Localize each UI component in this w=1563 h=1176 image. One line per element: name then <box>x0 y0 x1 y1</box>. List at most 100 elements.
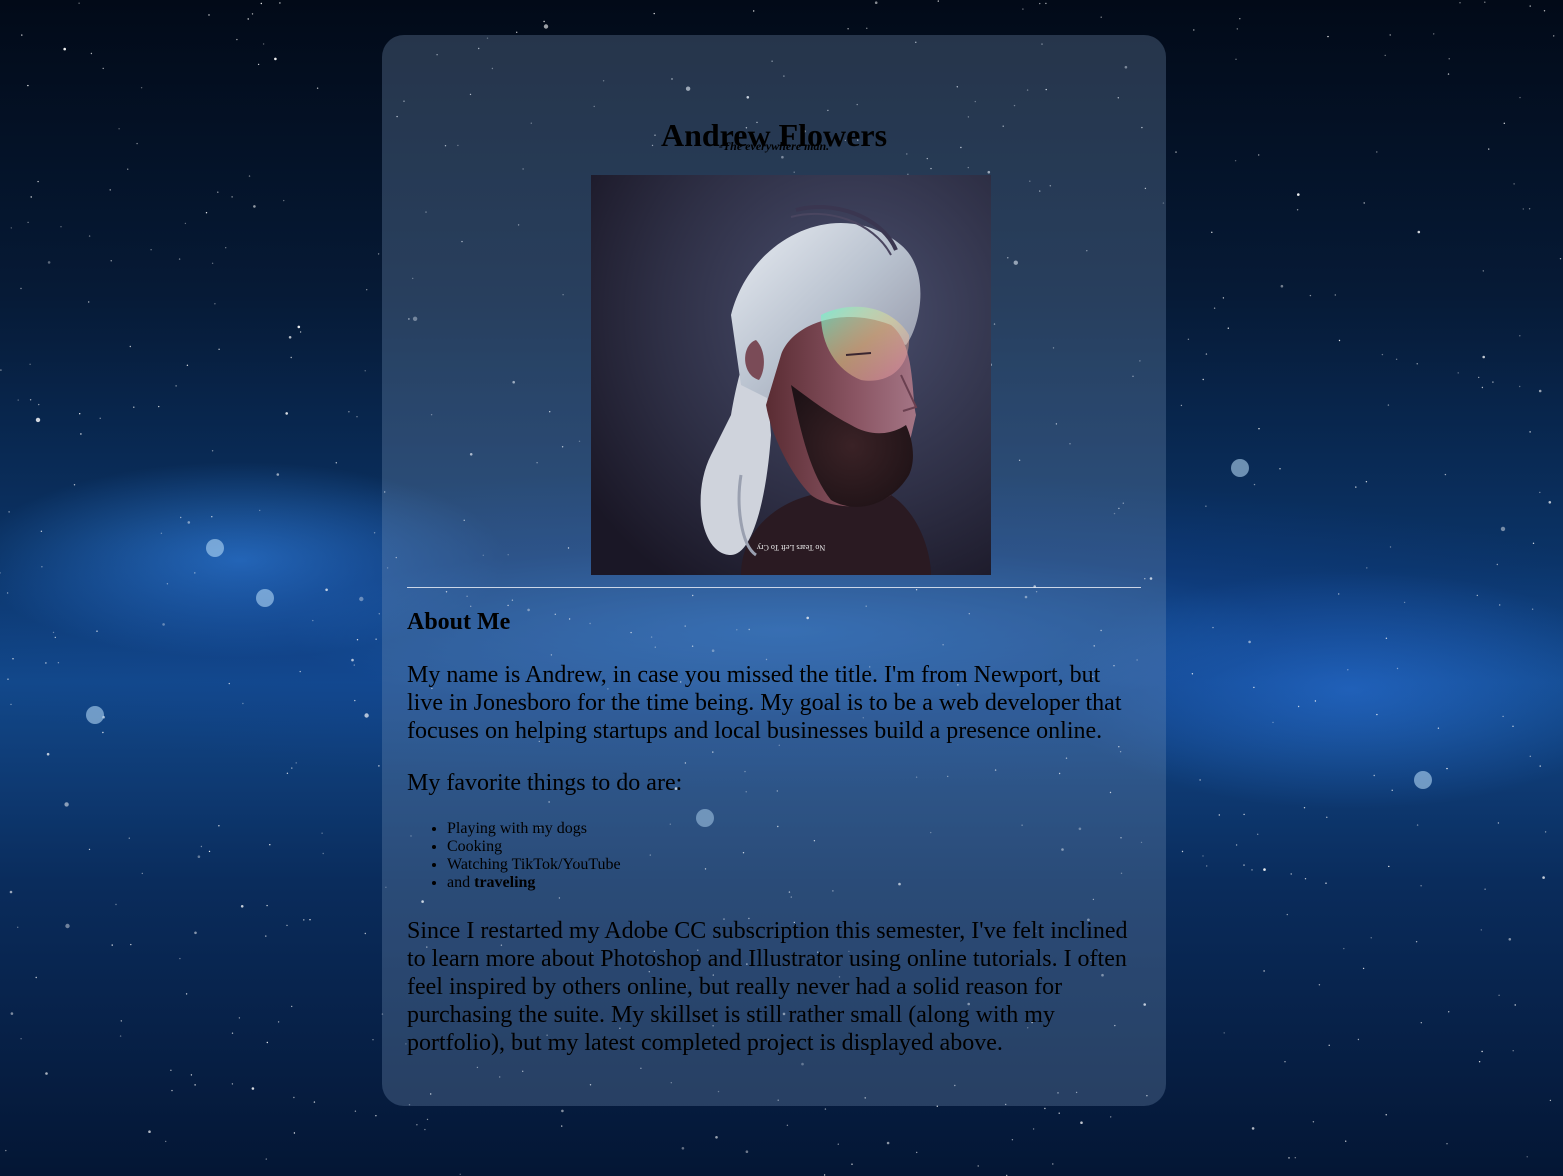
star <box>127 168 129 170</box>
star <box>1528 208 1531 210</box>
star <box>543 24 549 29</box>
star <box>10 227 12 229</box>
portrait-caption: No Tears Left To Cry <box>757 543 825 552</box>
star <box>197 855 201 858</box>
tagline: -The everywhere man. <box>718 139 830 153</box>
star <box>1279 468 1281 470</box>
star <box>1234 160 1237 162</box>
about-heading: About Me <box>407 609 511 635</box>
star <box>140 87 143 89</box>
star <box>1482 270 1485 272</box>
star <box>1539 765 1541 767</box>
star <box>416 1124 418 1126</box>
star <box>208 14 210 16</box>
star <box>27 221 29 224</box>
star <box>162 623 165 626</box>
star <box>1175 151 1177 153</box>
star <box>262 43 265 45</box>
star <box>1448 1011 1450 1013</box>
star <box>297 325 301 329</box>
star <box>1420 885 1422 887</box>
star <box>1355 486 1357 488</box>
star <box>356 639 359 641</box>
star <box>823 1174 826 1176</box>
star <box>211 516 213 518</box>
star <box>1343 947 1345 950</box>
star <box>88 848 91 851</box>
star <box>1529 431 1531 433</box>
star <box>715 1136 718 1139</box>
star <box>1544 831 1547 833</box>
star <box>102 731 104 734</box>
star <box>12 658 14 660</box>
star <box>259 509 261 512</box>
star <box>17 926 19 928</box>
star <box>1187 338 1190 340</box>
star <box>214 303 216 305</box>
star <box>225 247 227 249</box>
star <box>88 301 90 303</box>
star <box>561 1109 564 1113</box>
star <box>1522 208 1525 210</box>
star <box>5 1149 7 1152</box>
star <box>120 1020 123 1022</box>
star <box>40 530 43 532</box>
star <box>1304 878 1307 880</box>
list-item: Watching TikTok/YouTube <box>447 856 621 874</box>
star <box>426 1118 429 1121</box>
star <box>1052 1163 1054 1165</box>
star <box>375 1115 377 1117</box>
star <box>1251 869 1253 871</box>
star <box>257 63 260 66</box>
star <box>1389 546 1392 548</box>
star <box>1243 864 1245 866</box>
star <box>364 713 369 718</box>
star <box>247 18 249 20</box>
star <box>200 845 203 848</box>
star <box>1513 183 1515 185</box>
star <box>1044 1107 1046 1110</box>
star <box>45 1072 48 1075</box>
star <box>251 13 254 15</box>
star <box>242 702 244 705</box>
star <box>8 511 10 513</box>
star <box>459 1173 461 1176</box>
star <box>1193 29 1195 31</box>
star <box>1403 601 1406 604</box>
star <box>874 1 878 4</box>
star <box>1416 363 1418 365</box>
star <box>745 1150 749 1153</box>
star <box>1381 353 1384 356</box>
star <box>378 613 380 615</box>
star <box>9 890 13 894</box>
star <box>37 180 39 183</box>
star <box>847 28 849 30</box>
star <box>148 1130 151 1133</box>
star <box>1538 389 1542 393</box>
star <box>1325 882 1327 884</box>
star <box>186 364 189 366</box>
star <box>64 802 69 807</box>
star <box>1202 378 1204 381</box>
star <box>211 262 214 264</box>
star <box>1384 54 1386 57</box>
star <box>1258 428 1260 430</box>
star <box>1457 372 1459 374</box>
star <box>364 932 366 935</box>
star <box>141 872 143 875</box>
star <box>1286 913 1289 916</box>
star <box>35 417 41 423</box>
star <box>35 976 37 979</box>
star <box>1199 779 1201 781</box>
star <box>1334 294 1337 296</box>
star <box>561 1125 563 1127</box>
star <box>1444 473 1447 476</box>
star <box>6 592 9 594</box>
star <box>231 196 233 198</box>
star <box>1213 307 1216 309</box>
list-item: and traveling <box>447 874 621 892</box>
star <box>1236 28 1239 30</box>
star <box>1415 941 1418 943</box>
star <box>194 931 197 935</box>
star <box>293 1132 296 1134</box>
